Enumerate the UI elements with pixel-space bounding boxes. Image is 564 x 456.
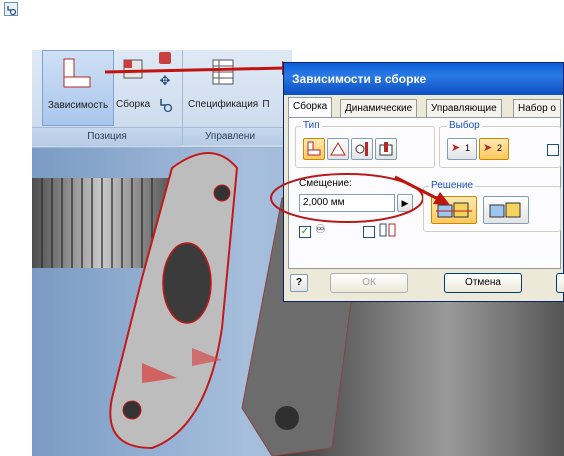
pointer-arrow-2 — [394, 175, 450, 205]
